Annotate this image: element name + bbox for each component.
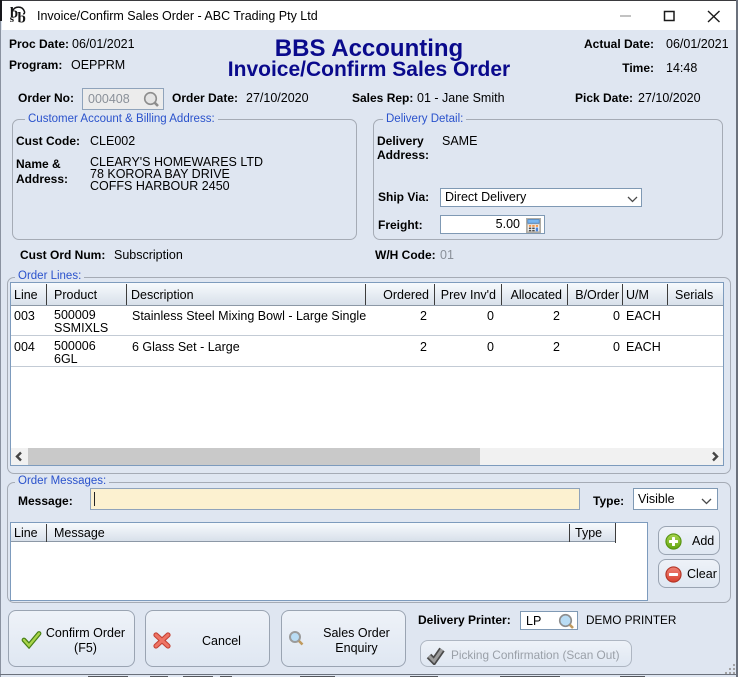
svg-text:s: s (10, 13, 15, 25)
